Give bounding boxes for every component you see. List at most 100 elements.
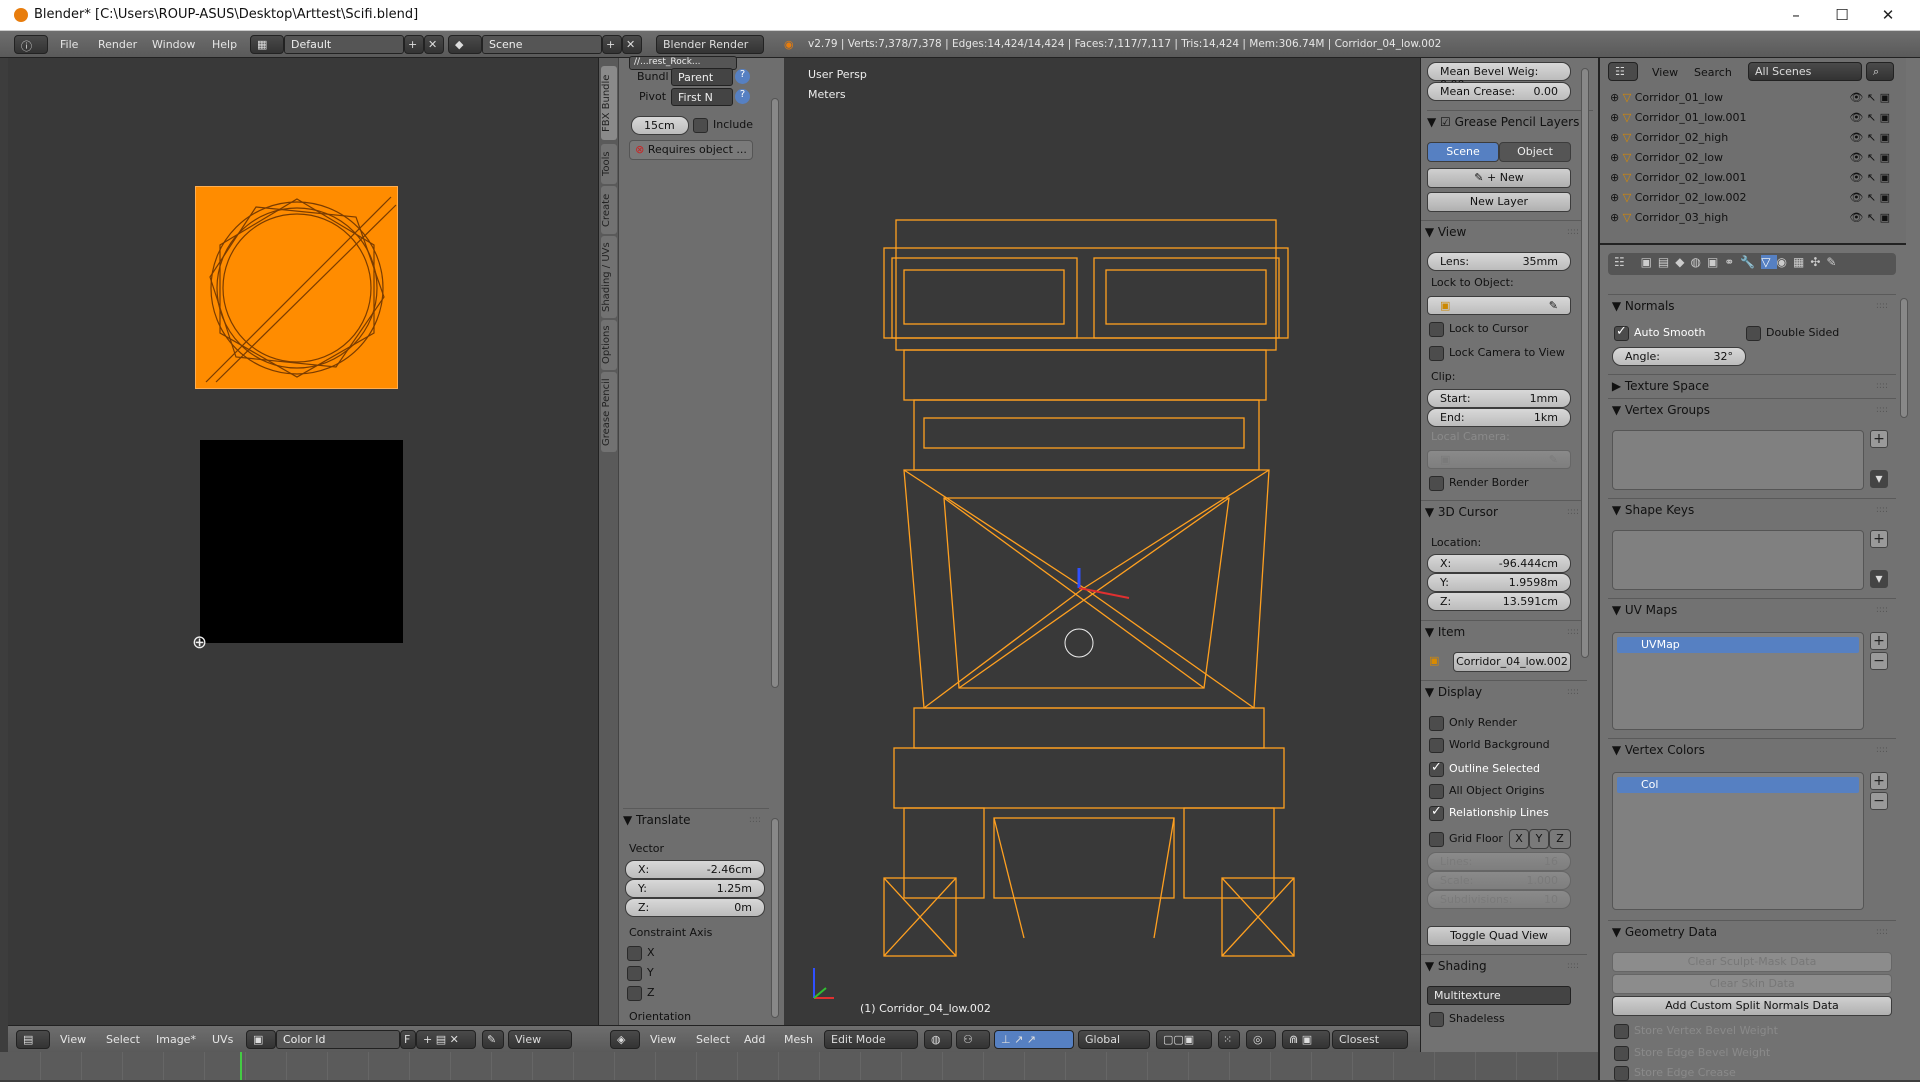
outliner-row[interactable]: ⊕ ▽ Corridor_01_low 👁 ↖ ▣ [1610,88,1890,108]
help-icon[interactable]: ? [735,89,750,104]
tool-shelf-scrollbar[interactable] [771,98,779,688]
eyedropper-icon[interactable]: ✎ [1549,453,1558,466]
grid-scale-field[interactable]: Scale: 1.000 [1427,871,1571,890]
visibility-icons[interactable]: 👁 ↖ ▣ [1849,168,1890,188]
mean-crease-field[interactable]: Mean Crease: 0.00 [1427,82,1571,101]
new-layer-button[interactable]: New Layer [1427,192,1571,212]
uv-map-item[interactable]: UVMap [1617,637,1859,653]
tab-grease-pencil[interactable]: Grease Pencil [601,372,617,452]
data-tab-icon[interactable]: ▽ [1761,255,1777,269]
grid-z-toggle[interactable]: Z [1549,829,1571,849]
grease-new-button[interactable]: ✎ + New [1427,168,1571,188]
scene-select[interactable]: Scene [482,35,602,54]
grid-x-toggle[interactable]: X [1509,829,1529,849]
pivot-point-icon[interactable]: ⚇ [956,1030,990,1049]
display-panel-header[interactable]: ▼ Display:::: [1421,680,1587,702]
menu-help[interactable]: Help [212,38,237,51]
texture-space-panel-header[interactable]: ▶ Texture Space:::: [1608,374,1896,396]
clip-start-field[interactable]: Start: 1mm [1427,389,1571,408]
view-panel-header[interactable]: ▼ View:::: [1421,220,1587,242]
outliner-row[interactable]: ⊕ ▽ Corridor_02_low.002 👁 ↖ ▣ [1610,188,1890,208]
delete-layout-button[interactable]: ✕ [424,35,444,54]
auto-smooth-angle-field[interactable]: Angle: 32° [1612,347,1746,366]
minimize-button[interactable]: – [1776,4,1816,26]
padding-field[interactable]: 15cm [631,116,689,135]
visibility-icons[interactable]: 👁 ↖ ▣ [1849,88,1890,108]
grid-floor-checkbox[interactable]: Grid Floor [1427,830,1503,848]
expand-icon[interactable]: ⊕ [1610,191,1619,204]
tab-shading-uvs[interactable]: Shading / UVs [601,236,617,318]
grid-lines-field[interactable]: Lines: 16 [1427,852,1571,871]
uv-menu-image[interactable]: Image* [156,1033,196,1046]
display-mode-select[interactable]: All Scenes [1748,62,1862,81]
image-browse-icon[interactable]: ▣ [246,1030,276,1049]
layout-icon[interactable]: ▦ [250,35,284,54]
vertex-group-menu-button[interactable]: ▾ [1870,470,1888,488]
clear-skin-data-button[interactable]: Clear Skin Data [1612,974,1892,994]
close-button[interactable]: ✕ [1868,4,1908,26]
help-icon[interactable]: ? [735,69,750,84]
render-border-checkbox[interactable]: Render Border [1427,474,1529,492]
maximize-button[interactable]: ☐ [1822,4,1862,26]
proportional-icon[interactable]: ◎ [1246,1030,1276,1049]
world-background-checkbox[interactable]: World Background [1427,736,1550,754]
expand-icon[interactable]: ⊕ [1610,131,1619,144]
visibility-icons[interactable]: 👁 ↖ ▣ [1849,188,1890,208]
tab-fbx-bundle[interactable]: FBX Bundle [601,66,617,140]
include-checkbox[interactable]: Include [691,116,753,134]
grease-pencil-panel-header[interactable]: ▼ ☑ Grease Pencil Layers [1427,110,1593,132]
shading-mode-icon[interactable]: ◍ [924,1030,952,1049]
pin-icon[interactable]: ✎ [482,1030,504,1049]
uv-maps-list[interactable]: UVMap [1612,632,1864,730]
editor-type-icon[interactable]: ▤ [16,1030,50,1049]
render-engine-select[interactable]: Blender Render [656,35,764,54]
tab-tools[interactable]: Tools [601,144,617,184]
geometry-data-panel-header[interactable]: ▼ Geometry Data:::: [1608,920,1896,942]
visibility-icons[interactable]: 👁 ↖ ▣ [1849,148,1890,168]
outliner-view-menu[interactable]: View [1652,66,1678,79]
uv-menu-view[interactable]: View [60,1033,86,1046]
add-scene-button[interactable]: + [602,35,622,54]
grease-object-tab[interactable]: Object [1499,142,1571,162]
occlude-icon[interactable]: ⁙ [1218,1030,1240,1049]
uv-menu-select[interactable]: Select [106,1033,140,1046]
shape-key-menu-button[interactable]: ▾ [1870,570,1888,588]
bundle-mode-select[interactable]: Parent [671,68,733,86]
clip-end-field[interactable]: End: 1km [1427,408,1571,427]
double-sided-checkbox[interactable]: Double Sided [1744,324,1839,342]
all-object-origins-checkbox[interactable]: All Object Origins [1427,782,1544,800]
add-layout-button[interactable]: + [404,35,424,54]
scene-icon[interactable]: ◆ [448,35,482,54]
outliner-row[interactable]: ⊕ ▽ Corridor_02_low.001 👁 ↖ ▣ [1610,168,1890,188]
manipulator-icon[interactable]: ⊥ ↗ ↗ [994,1030,1074,1049]
tab-create[interactable]: Create [601,186,617,234]
add-custom-split-normals-button[interactable]: Add Custom Split Normals Data [1612,996,1892,1016]
select-menu[interactable]: Select [696,1033,730,1046]
store-vertex-bevel-checkbox[interactable]: Store Vertex Bevel Weight [1612,1022,1778,1040]
lock-camera-checkbox[interactable]: Lock Camera to View [1427,344,1565,362]
snap-target-select[interactable]: Closest [1332,1030,1408,1049]
object-name-field[interactable]: Corridor_04_low.002 [1453,652,1571,672]
grid-subdivisions-field[interactable]: Subdivisions: 10 [1427,890,1571,909]
properties-scrollbar[interactable] [1581,68,1589,658]
layout-select[interactable]: Default [284,35,404,54]
clear-sculpt-mask-button[interactable]: Clear Sculpt-Mask Data [1612,952,1892,972]
image-actions-icon[interactable]: + ▤ ✕ [416,1030,476,1049]
grid-y-toggle[interactable]: Y [1529,829,1549,849]
add-uv-map-button[interactable]: + [1870,632,1888,650]
normals-panel-header[interactable]: ▼ Normals:::: [1608,294,1896,316]
uv-menu-uvs[interactable]: UVs [212,1033,233,1046]
outliner-row[interactable]: ⊕ ▽ Corridor_02_high 👁 ↖ ▣ [1610,128,1890,148]
constraint-x-checkbox[interactable]: X [625,944,655,962]
mean-bevel-field[interactable]: Mean Bevel Weig: 0.00 [1427,62,1571,91]
requires-object-button[interactable]: ⊗ Requires object ... [629,140,753,160]
vertex-groups-panel-header[interactable]: ▼ Vertex Groups:::: [1608,398,1896,420]
shape-keys-list[interactable] [1612,530,1864,590]
transform-orientation-select[interactable]: Global [1078,1030,1150,1049]
lock-object-field[interactable]: ▣ ✎ [1427,296,1571,315]
add-menu[interactable]: Add [744,1033,765,1046]
auto-smooth-checkbox[interactable]: Auto Smooth [1612,323,1705,342]
vertex-colors-panel-header[interactable]: ▼ Vertex Colors:::: [1608,738,1896,760]
lens-field[interactable]: Lens: 35mm [1427,252,1571,271]
x-axis-gizmo[interactable] [1078,587,1130,599]
